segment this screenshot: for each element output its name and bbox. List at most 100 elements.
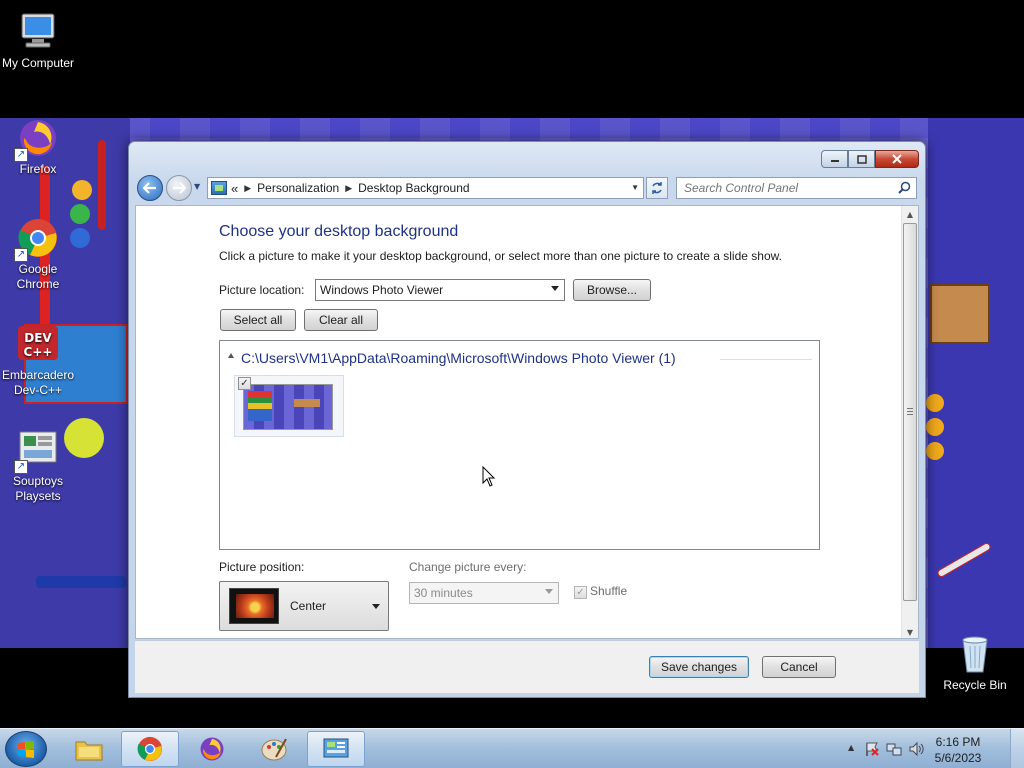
system-tray: ▲ 6:16 PM 5/6/2023 [834, 729, 1024, 768]
picture-thumbnail-item[interactable]: ✓ [234, 375, 344, 437]
footer-bar: Save changes Cancel [135, 641, 919, 693]
clear-all-button[interactable]: Clear all [304, 309, 378, 331]
desktop-icon-label: Embarcadero Dev-C++ [1, 368, 75, 397]
scroll-up-icon[interactable]: ▲ [902, 206, 918, 222]
shortcut-arrow-icon: ↗ [14, 460, 28, 474]
browse-button[interactable]: Browse... [573, 279, 651, 301]
search-input[interactable] [677, 178, 887, 198]
picture-list[interactable]: C:\Users\VM1\AppData\Roaming\Microsoft\W… [219, 340, 820, 550]
wallpaper-ramp [930, 284, 990, 344]
breadcrumb-separator[interactable]: ▶ [345, 183, 352, 194]
change-interval-select[interactable]: 30 minutes [409, 582, 559, 604]
desktop-background-window: ▼ « ▶ Personalization ▶ Desktop Backgrou… [128, 141, 926, 698]
desktop-icon-label: Google Chrome [16, 262, 60, 291]
paint-palette-icon [261, 738, 287, 761]
desktop-icon-souptoys[interactable]: ↗ Souptoys Playsets [0, 428, 76, 504]
forward-button[interactable] [166, 175, 192, 201]
picture-location-select[interactable]: Windows Photo Viewer [315, 279, 565, 301]
window-controls [821, 150, 919, 168]
souptoys-icon: ↗ [14, 428, 60, 474]
picture-thumbnail[interactable] [243, 384, 333, 430]
desktop-icon-my-computer[interactable]: My Computer [0, 10, 76, 71]
wallpaper-ball [926, 418, 944, 436]
clock[interactable]: 6:16 PM 5/6/2023 [928, 734, 988, 766]
show-desktop-button[interactable] [1010, 729, 1024, 768]
maximize-button[interactable] [848, 150, 875, 168]
content-pane: Choose your desktop background Click a p… [135, 205, 919, 639]
recycle-bin-icon [953, 632, 997, 676]
clock-date: 5/6/2023 [934, 751, 982, 765]
refresh-button[interactable] [646, 177, 668, 199]
save-changes-button[interactable]: Save changes [649, 656, 749, 678]
wallpaper-tube [98, 140, 106, 230]
firefox-icon: ↗ [14, 116, 60, 162]
collapse-group-icon[interactable] [228, 353, 234, 358]
volume-icon[interactable] [908, 741, 924, 757]
breadcrumb-personalization[interactable]: Personalization [257, 181, 339, 195]
shuffle-checkbox[interactable]: ✓ [574, 586, 587, 599]
chevron-down-icon [372, 604, 380, 609]
desktop-icon-label: My Computer [1, 56, 75, 70]
desktop-icon-label: Recycle Bin [943, 678, 1007, 692]
action-center-flag-icon[interactable] [864, 741, 880, 757]
vertical-scrollbar[interactable]: ▲ ▼ [901, 206, 918, 638]
taskbar-paint[interactable] [245, 731, 303, 767]
position-preview-image [229, 588, 279, 624]
picture-position-value: Center [290, 599, 327, 613]
control-panel-icon [211, 181, 227, 195]
change-picture-label: Change picture every: [409, 560, 527, 574]
breadcrumb-desktop-background[interactable]: Desktop Background [358, 181, 469, 195]
folder-icon [75, 741, 103, 761]
desktop-icon-label: Firefox [19, 162, 57, 176]
address-bar[interactable]: « ▶ Personalization ▶ Desktop Background… [207, 177, 644, 199]
recent-pages-dropdown[interactable]: ▼ [194, 182, 200, 191]
taskbar: ▲ 6:16 PM 5/6/2023 [0, 728, 1024, 768]
desktop-icon-dev-cpp[interactable]: DEV C++ Embarcadero Dev-C++ [0, 322, 76, 398]
wallpaper-tube [36, 576, 126, 588]
page-description: Click a picture to make it your desktop … [219, 249, 782, 263]
search-icon[interactable] [898, 181, 911, 194]
scroll-down-icon[interactable]: ▼ [902, 624, 918, 638]
taskbar-firefox[interactable] [183, 731, 241, 767]
wallpaper-ball [926, 442, 944, 460]
taskbar-chrome[interactable] [121, 731, 179, 767]
change-interval-value: 30 minutes [414, 586, 473, 600]
shuffle-label: Shuffle [590, 584, 628, 598]
back-arrow-icon [143, 182, 156, 194]
firefox-icon [200, 737, 224, 761]
thumbnail-checkbox[interactable]: ✓ [238, 377, 251, 390]
chrome-icon [137, 736, 163, 762]
start-button[interactable] [5, 731, 47, 767]
minimize-button[interactable] [821, 150, 848, 168]
shortcut-arrow-icon: ↗ [14, 148, 28, 162]
control-panel-icon [323, 738, 349, 758]
close-button[interactable] [875, 150, 919, 168]
svg-text:DEV: DEV [24, 331, 52, 345]
picture-position-label: Picture position: [219, 560, 305, 574]
cancel-button[interactable]: Cancel [762, 656, 836, 678]
back-button[interactable] [137, 175, 163, 201]
computer-icon [16, 10, 60, 54]
search-box[interactable] [676, 177, 917, 199]
chevron-down-icon [545, 589, 553, 594]
show-hidden-icons-icon[interactable]: ▲ [848, 743, 854, 752]
picture-location-label: Picture location: [219, 283, 305, 297]
grip-icon [907, 408, 913, 415]
picture-group-title[interactable]: C:\Users\VM1\AppData\Roaming\Microsoft\W… [241, 350, 676, 366]
desktop-icon-google-chrome[interactable]: ↗ Google Chrome [0, 216, 76, 292]
taskbar-control-panel[interactable] [307, 731, 365, 767]
breadcrumb-separator[interactable]: ▶ [244, 183, 251, 194]
taskbar-file-explorer[interactable] [60, 731, 118, 767]
breadcrumb-overflow[interactable]: « [231, 181, 238, 196]
picture-position-select[interactable]: Center [219, 581, 389, 631]
forward-arrow-icon [173, 182, 186, 194]
chrome-icon: ↗ [14, 216, 60, 262]
scrollbar-thumb[interactable] [903, 223, 917, 601]
network-icon[interactable] [886, 741, 902, 757]
desktop-icon-recycle-bin[interactable]: Recycle Bin [937, 632, 1013, 693]
desktop-icon-firefox[interactable]: ↗ Firefox [0, 116, 76, 177]
refresh-icon [652, 182, 662, 194]
desktop-icon-label: Souptoys Playsets [12, 474, 64, 503]
select-all-button[interactable]: Select all [220, 309, 296, 331]
address-dropdown-icon[interactable]: ▼ [631, 183, 639, 192]
